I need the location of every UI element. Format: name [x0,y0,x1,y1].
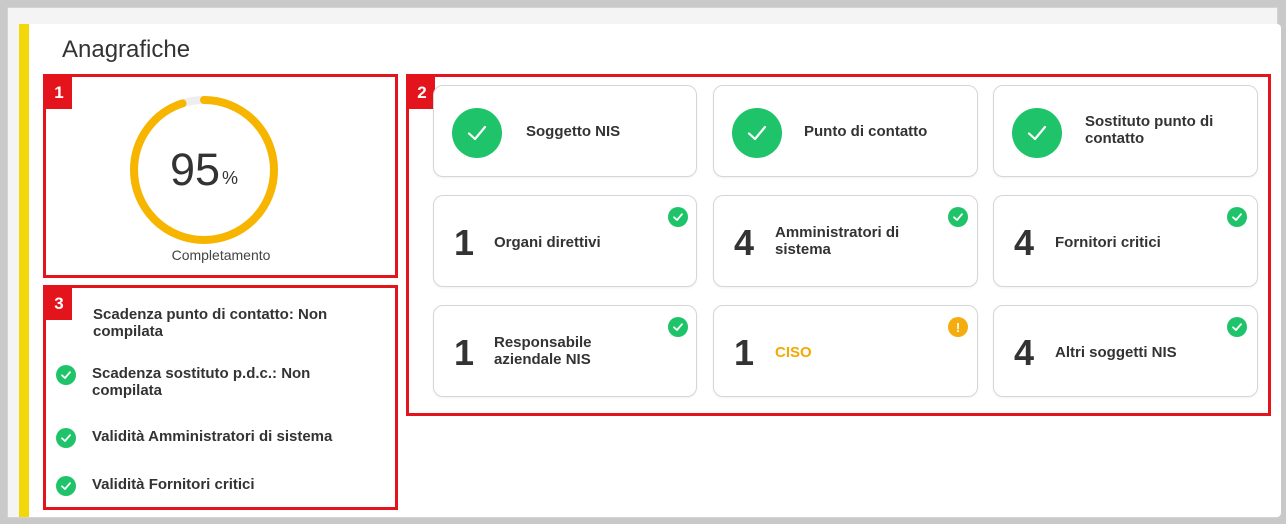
warning-icon: ! [948,317,968,337]
annotation-badge-3: 3 [46,288,72,320]
completion-label: Completamento [171,247,271,263]
checklist-text: Validità Fornitori critici [92,476,255,493]
check-circle-icon [56,476,76,496]
completion-number: 95 [169,144,221,195]
tile-soggetto-nis[interactable]: Soggetto NIS [433,85,697,177]
checklist-item-scadenza-sostituto: Scadenza sostituto p.d.c.: Non compilata [56,365,372,399]
check-circle-icon [56,365,76,385]
accent-bar [19,24,29,517]
check-circle-icon [668,207,688,227]
check-circle-icon [1227,207,1247,227]
tile-sostituto-punto-di-contatto[interactable]: Sostituto punto di contatto [993,85,1258,177]
check-circle-icon [56,428,76,448]
tile-label: Altri soggetti NIS [1055,344,1177,361]
tile-label: Soggetto NIS [526,123,621,140]
tile-count: 4 [1014,222,1035,263]
annotation-badge-1: 1 [46,77,72,109]
tile-ciso[interactable]: 1 CISO ! [713,305,978,397]
checklist-item-scadenza-pdc: Scadenza punto di contatto: Non compilat… [93,306,328,340]
checklist-text: Scadenza sostituto p.d.c.: Non compilata [92,365,311,399]
checklist-item-validita-amministratori: Validità Amministratori di sistema [56,428,372,448]
tile-count: 1 [454,332,475,373]
checklist-item-validita-fornitori: Validità Fornitori critici [56,476,372,496]
check-icon [1012,108,1062,158]
tile-punto-di-contatto[interactable]: Punto di contatto [713,85,978,177]
tile-responsabile-aziendale-nis[interactable]: 1 Responsabile aziendale NIS [433,305,697,397]
tile-label: Punto di contatto [804,123,928,140]
completion-value: 95 % [128,94,280,246]
check-icon [732,108,782,158]
section-title: Anagrafiche [62,36,191,63]
tile-label: CISO [775,344,812,361]
tile-label: Organi direttivi [494,234,601,251]
tile-count: 4 [1014,332,1035,373]
tile-altri-soggetti-nis[interactable]: 4 Altri soggetti NIS [993,305,1258,397]
tile-amministratori-di-sistema[interactable]: 4 Amministratori di sistema [713,195,978,287]
tile-label: Responsabile aziendale NIS [494,334,592,368]
checklist-text: Validità Amministratori di sistema [92,428,333,445]
tile-fornitori-critici[interactable]: 4 Fornitori critici [993,195,1258,287]
check-icon [452,108,502,158]
completion-unit: % [222,167,239,188]
tile-label: Sostituto punto di contatto [1085,113,1214,147]
check-circle-icon [668,317,688,337]
tile-label: Fornitori critici [1055,234,1161,251]
annotation-badge-2: 2 [409,77,435,109]
check-circle-icon [948,207,968,227]
tile-count: 1 [734,332,755,373]
tile-count: 1 [454,222,475,263]
tile-organi-direttivi[interactable]: 1 Organi direttivi [433,195,697,287]
tile-count: 4 [734,222,755,263]
tile-label: Amministratori di sistema [775,224,900,258]
check-circle-icon [1227,317,1247,337]
